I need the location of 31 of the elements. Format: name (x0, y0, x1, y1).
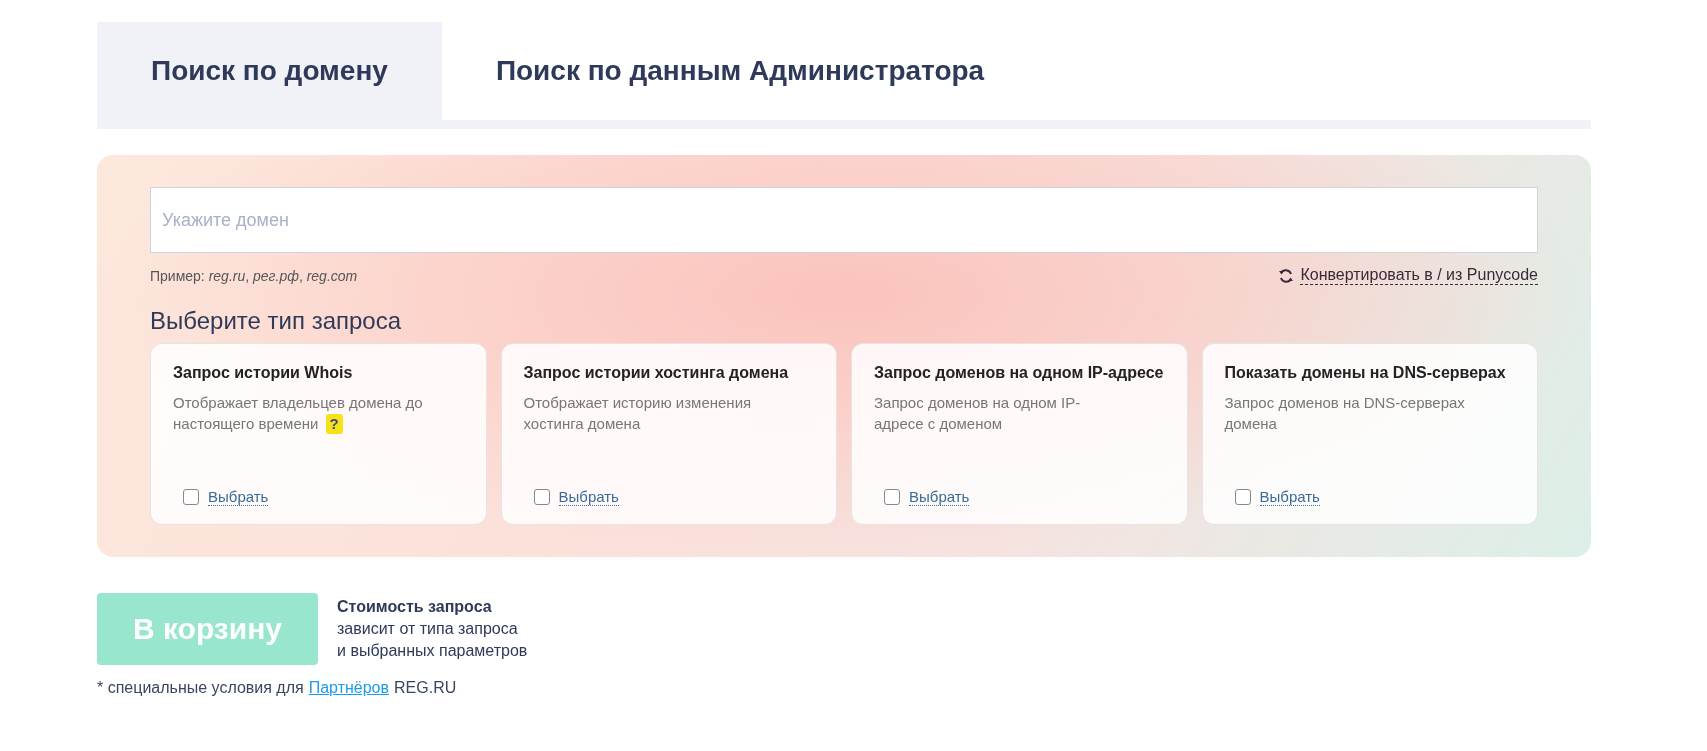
card-title: Запрос доменов на одном IP-адресе (874, 363, 1165, 383)
help-badge[interactable]: ? (325, 414, 343, 434)
query-type-card[interactable]: Запрос доменов на одном IP-адресе Запрос доменов на одном IP-адресе с доменом Выбрать (851, 343, 1188, 525)
card-description: Отображает владельцев домена до настоящего времени ? (173, 393, 423, 434)
checkbox[interactable] (884, 489, 900, 505)
cost-note: Стоимость запроса зависит от типа запроса и выбранных параметров (337, 597, 528, 661)
card-title: Запрос истории Whois (173, 363, 354, 383)
card-description: Запрос доменов на DNS-серверах домена (1224, 393, 1466, 434)
select-link[interactable]: Выбрать (208, 488, 269, 506)
footnote-text: * специальные условия для (97, 679, 304, 697)
checkbox[interactable] (533, 489, 550, 505)
tab[interactable]: Поиск по домену (97, 22, 442, 120)
example-text: Пример: reg.ru, рег.рф, reg.com (150, 267, 358, 284)
card-title: Запрос истории хостинга домена (523, 363, 790, 383)
card-title: Показать домены на DNS-серверах (1224, 363, 1507, 383)
query-type-card[interactable]: Запрос истории хостинга домена Отображает историю изменения хостинга домена Выбрать (500, 343, 837, 525)
domain-input-field[interactable]: Укажите домен (150, 187, 1538, 253)
checkbox[interactable] (183, 489, 199, 505)
punycode-link[interactable]: Конвертировать в / из Punycode (1300, 266, 1538, 285)
refresh-icon[interactable] (1278, 267, 1295, 284)
footnote-text: REG.RU (394, 679, 457, 697)
checkbox[interactable] (1234, 489, 1251, 505)
tab[interactable]: Поиск по данным Администратора (441, 22, 1039, 120)
select-link[interactable]: Выбрать (909, 488, 970, 506)
query-type-card[interactable]: Запрос истории Whois Отображает владельцев домена до настоящего времени ? Выбрать (150, 343, 487, 525)
query-type-card[interactable]: Показать домены на DNS-серверах Запрос доменов на DNS-серверах домена Выбрать (1201, 343, 1538, 525)
card-description: Отображает историю изменения хостинга домена (523, 393, 753, 434)
section-heading: Выберите тип запроса (150, 307, 403, 335)
select-link[interactable]: Выбрать (1259, 488, 1320, 506)
select-link[interactable]: Выбрать (558, 488, 619, 506)
card-description: Запрос доменов на одном IP-адресе с доменом (874, 393, 1082, 434)
